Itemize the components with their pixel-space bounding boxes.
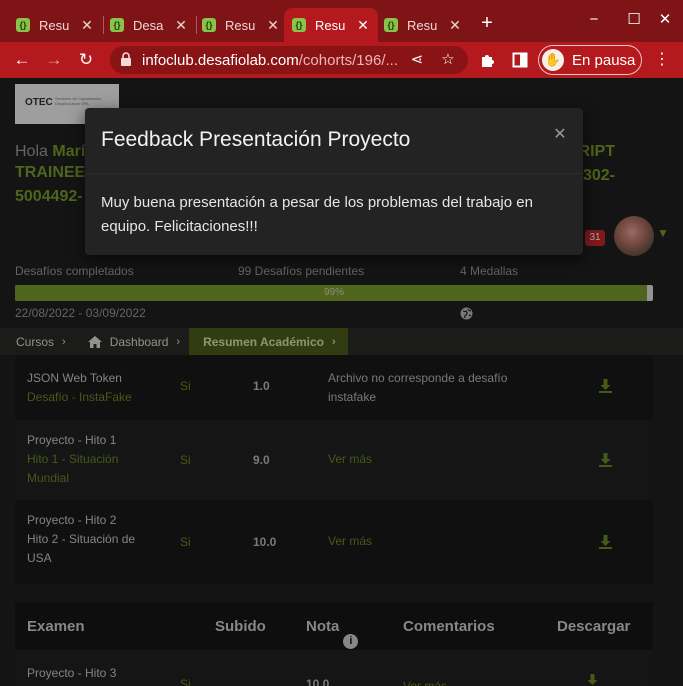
- share-icon[interactable]: ⋖: [406, 49, 428, 71]
- minimize-icon[interactable]: −: [582, 8, 606, 32]
- modal-body: Muy buena presentación a pesar de los pr…: [101, 194, 533, 235]
- lock-icon: [121, 52, 131, 66]
- favicon-icon: {}: [110, 18, 124, 32]
- browser-tab-active[interactable]: {} Resu ✕: [284, 8, 378, 42]
- close-icon[interactable]: ✕: [266, 17, 280, 34]
- profile-label: En pausa: [572, 51, 636, 69]
- hand-icon: ✋: [542, 49, 564, 71]
- browser-toolbar: ← → ↻ infoclub.desafiolab.com/cohorts/19…: [0, 42, 683, 78]
- tab-label: Resu: [39, 17, 70, 33]
- browser-tab-3[interactable]: {} Resu ✕: [194, 8, 288, 42]
- feedback-modal: Feedback Presentación Proyecto ✕ Muy bue…: [85, 108, 583, 255]
- tab-label: Resu: [407, 17, 438, 33]
- url-text: infoclub.desafiolab.com/cohorts/196/...: [142, 52, 398, 69]
- browser-tab-2[interactable]: {} Desa ✕: [102, 8, 196, 42]
- reload-icon[interactable]: ↻: [74, 48, 98, 72]
- close-icon[interactable]: ✕: [356, 17, 370, 34]
- forward-arrow-icon[interactable]: →: [42, 48, 66, 72]
- back-arrow-icon[interactable]: ←: [10, 48, 34, 72]
- browser-tab-5[interactable]: {} Resu ✕: [376, 8, 470, 42]
- browser-tab-1[interactable]: {} Resu ✕: [8, 8, 102, 42]
- modal-divider: [85, 173, 583, 174]
- close-icon[interactable]: ✕: [553, 127, 567, 143]
- favicon-icon: {}: [292, 18, 306, 32]
- extensions-puzzle-icon[interactable]: [480, 52, 496, 68]
- favicon-icon: {}: [384, 18, 398, 32]
- new-tab-plus-icon[interactable]: +: [476, 12, 498, 34]
- favicon-icon: {}: [16, 18, 30, 32]
- close-icon[interactable]: ✕: [448, 17, 462, 34]
- close-icon[interactable]: ✕: [174, 17, 188, 34]
- tab-label: Desa: [133, 17, 164, 33]
- modal-title: Feedback Presentación Proyecto: [101, 128, 411, 151]
- profile-pause-button[interactable]: ✋ En pausa: [538, 45, 642, 75]
- side-panel-icon[interactable]: [512, 52, 528, 68]
- tab-label: Resu: [315, 17, 346, 33]
- favicon-icon: {}: [202, 18, 216, 32]
- bookmark-star-icon[interactable]: ☆: [437, 49, 459, 71]
- tab-strip: {} Resu ✕ {} Desa ✕ {} Resu ✕ {} Resu ✕ …: [0, 0, 683, 42]
- tab-label: Resu: [225, 17, 256, 33]
- window-close-icon[interactable]: ✕: [653, 8, 677, 32]
- maximize-icon[interactable]: ☐: [622, 8, 646, 32]
- menu-kebab-icon[interactable]: ⋮: [650, 48, 674, 72]
- address-bar[interactable]: infoclub.desafiolab.com/cohorts/196/... …: [110, 46, 468, 74]
- close-icon[interactable]: ✕: [80, 17, 94, 34]
